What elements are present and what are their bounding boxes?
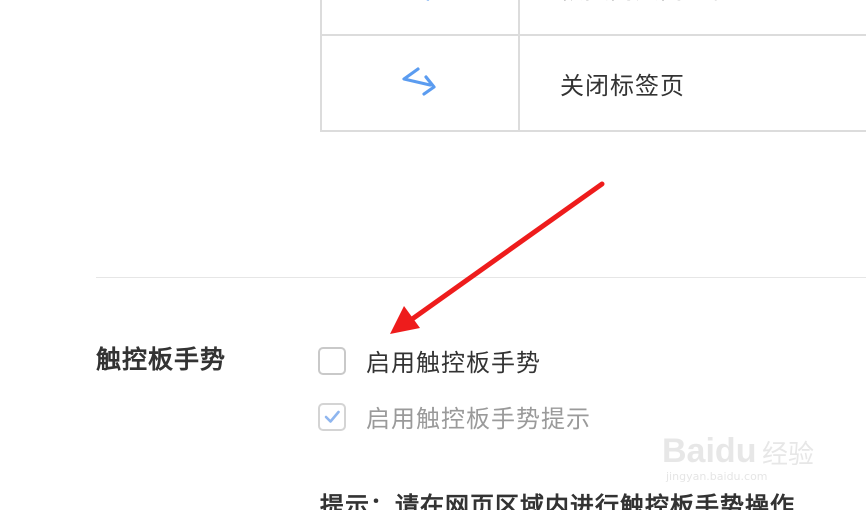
gesture-table: 恢复刚关闭的标签 关闭标签页 (320, 0, 866, 132)
baidu-jingyan-watermark: Baidu 经验 jingyan.baidu.com (662, 418, 822, 488)
gesture-icon-cell (322, 36, 520, 130)
checkmark-icon (324, 410, 340, 423)
gesture-label: 恢复刚关闭的标签 (520, 0, 866, 34)
watermark-suffix: 经验 (762, 440, 815, 470)
gesture-icon-cell (322, 0, 520, 34)
enable-touchpad-gesture-label[interactable]: 启用触控板手势 (366, 343, 541, 378)
enable-touchpad-hint-label[interactable]: 启用触控板手势提示 (366, 399, 591, 434)
settings-page: 恢复刚关闭的标签 关闭标签页 触控板手势 启用触控板手势 启用触控板手势提示 提… (0, 0, 866, 510)
gesture-row-restore-tab: 恢复刚关闭的标签 (322, 0, 866, 36)
gesture-label: 关闭标签页 (560, 71, 685, 100)
swipe-v-arrow-icon (402, 67, 436, 96)
swipe-left-arrow-icon (426, 0, 430, 1)
touchpad-hint-text: 提示：请在网页区域内进行触控板手势操作 (320, 492, 795, 510)
watermark-url: jingyan.baidu.com (666, 470, 768, 483)
gesture-row-close-tab: 关闭标签页 (322, 36, 866, 132)
section-divider (96, 277, 866, 278)
touchpad-section-title: 触控板手势 (96, 345, 227, 374)
enable-touchpad-gesture-checkbox[interactable] (318, 346, 346, 375)
watermark-brand: Baidu (662, 432, 757, 470)
enable-touchpad-hint-option[interactable]: 启用触控板手势提示 (318, 399, 591, 434)
enable-touchpad-gesture-option[interactable]: 启用触控板手势 (318, 343, 541, 378)
enable-touchpad-hint-checkbox[interactable] (318, 402, 346, 431)
